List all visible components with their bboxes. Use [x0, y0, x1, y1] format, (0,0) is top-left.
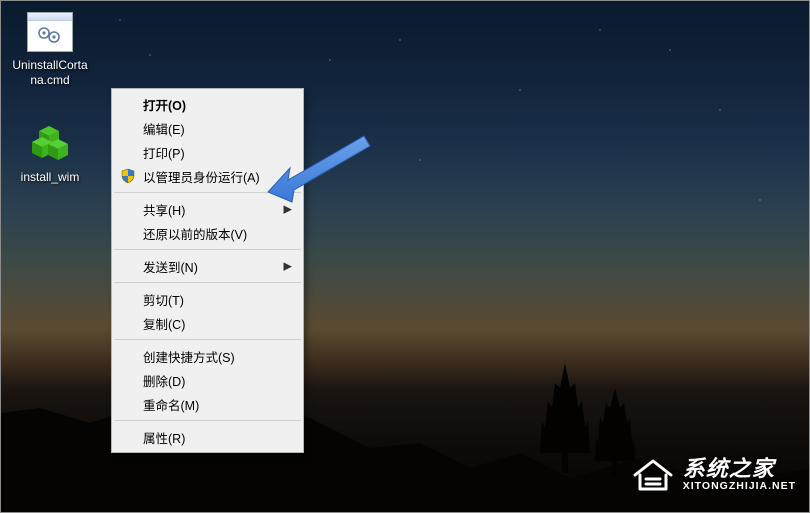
menu-separator [114, 249, 301, 250]
menu-item-copy[interactable]: 复制(C) [113, 311, 302, 335]
menu-item-label: 剪切(T) [143, 290, 184, 309]
menu-item-label: 编辑(E) [143, 119, 185, 138]
menu-item-label: 打开(O) [143, 95, 186, 114]
menu-item-create-shortcut[interactable]: 创建快捷方式(S) [113, 344, 302, 368]
wim-file-icon [26, 120, 74, 168]
menu-item-label: 重命名(M) [143, 395, 199, 414]
menu-item-label: 还原以前的版本(V) [143, 224, 247, 243]
cmd-file-icon [26, 8, 74, 56]
menu-item-delete[interactable]: 删除(D) [113, 368, 302, 392]
menu-item-edit[interactable]: 编辑(E) [113, 116, 302, 140]
uac-shield-icon [119, 167, 137, 185]
context-menu: 打开(O) 编辑(E) 打印(P) 以管理员身份运行(A) 共享(H) ▶ 还原… [111, 88, 304, 453]
menu-item-label: 复制(C) [143, 314, 185, 333]
menu-item-send-to[interactable]: 发送到(N) ▶ [113, 254, 302, 278]
menu-item-open[interactable]: 打开(O) [113, 92, 302, 116]
menu-item-label: 删除(D) [143, 371, 185, 390]
watermark-subtitle: XITONGZHIJIA.NET [683, 481, 796, 493]
desktop-icon-uninstall-cortana[interactable]: UninstallCortana.cmd [8, 8, 92, 88]
watermark-logo-icon [631, 455, 675, 495]
menu-item-rename[interactable]: 重命名(M) [113, 392, 302, 416]
chevron-right-icon: ▶ [284, 260, 292, 273]
desktop-icon-label: install_wim [19, 170, 82, 185]
menu-separator [114, 339, 301, 340]
menu-item-label: 属性(R) [143, 428, 185, 447]
menu-item-label: 共享(H) [143, 200, 185, 219]
chevron-right-icon: ▶ [284, 203, 292, 216]
desktop-icon-label: UninstallCortana.cmd [8, 58, 92, 88]
menu-item-properties[interactable]: 属性(R) [113, 425, 302, 449]
desktop-icon-install-wim[interactable]: install_wim [8, 120, 92, 185]
menu-separator [114, 420, 301, 421]
menu-separator [114, 192, 301, 193]
menu-item-label: 打印(P) [143, 143, 185, 162]
menu-item-cut[interactable]: 剪切(T) [113, 287, 302, 311]
watermark-title: 系统之家 [683, 457, 796, 481]
menu-item-restore-previous[interactable]: 还原以前的版本(V) [113, 221, 302, 245]
watermark: 系统之家 XITONGZHIJIA.NET [631, 455, 796, 495]
menu-item-print[interactable]: 打印(P) [113, 140, 302, 164]
menu-item-label: 以管理员身份运行(A) [143, 167, 260, 186]
menu-item-share[interactable]: 共享(H) ▶ [113, 197, 302, 221]
menu-item-label: 发送到(N) [143, 257, 198, 276]
menu-item-run-as-admin[interactable]: 以管理员身份运行(A) [113, 164, 302, 188]
menu-item-label: 创建快捷方式(S) [143, 347, 235, 366]
menu-separator [114, 282, 301, 283]
